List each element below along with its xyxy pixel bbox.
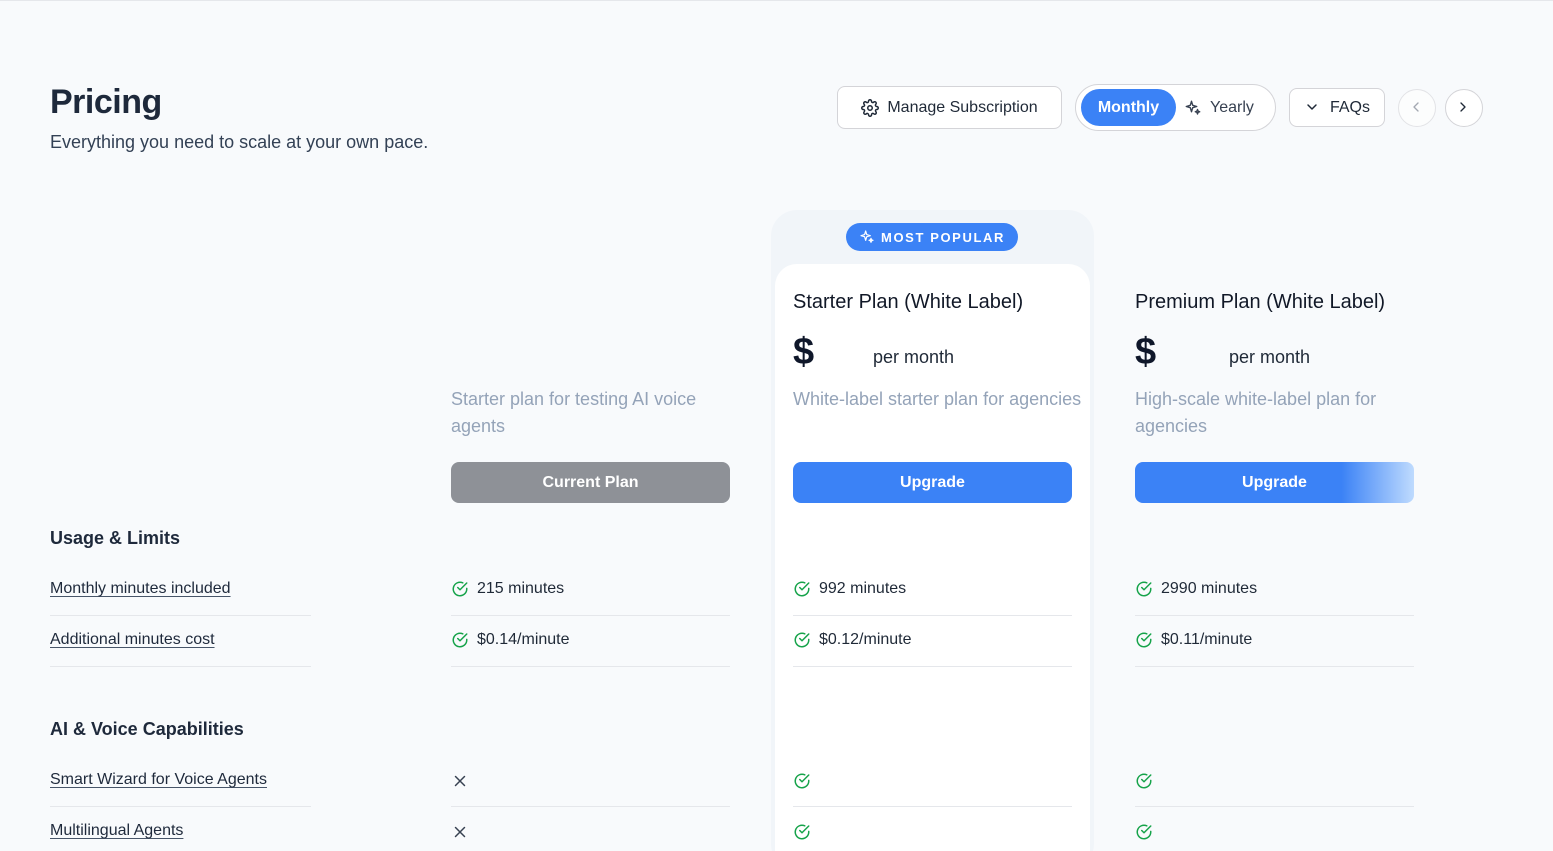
x-icon: [451, 823, 469, 841]
row-divider: [50, 806, 311, 807]
feature-value: [451, 823, 469, 841]
feature-label[interactable]: Multilingual Agents: [50, 822, 183, 840]
toggle-yearly-label: Yearly: [1210, 98, 1254, 116]
row-divider: [793, 806, 1072, 807]
scroll-fade-overlay: [1478, 181, 1553, 851]
section-title: Usage & Limits: [50, 528, 181, 548]
next-plans-button[interactable]: [1445, 89, 1483, 127]
upgrade-button[interactable]: Upgrade: [1135, 462, 1414, 503]
most-popular-label: MOST POPULAR: [881, 229, 1005, 245]
feature-value: 992 minutes: [793, 580, 906, 598]
check-circle-icon: [1135, 580, 1153, 598]
feature-value: [1135, 823, 1153, 841]
prev-plans-button[interactable]: [1398, 89, 1436, 127]
row-divider: [1135, 615, 1414, 616]
sparkle-icon: [1184, 99, 1202, 117]
row-divider: [50, 666, 311, 667]
plan-period: per month: [1229, 347, 1311, 367]
plan-description: High-scale white-label plan for agencies: [1135, 389, 1377, 436]
row-divider: [1135, 666, 1414, 667]
feature-value: 2990 minutes: [1135, 580, 1257, 598]
faqs-button[interactable]: FAQs: [1289, 88, 1385, 127]
check-circle-icon: [451, 631, 469, 649]
page-title: Pricing: [50, 83, 162, 121]
check-circle-icon: [1135, 631, 1153, 649]
plan-price: $: [1135, 331, 1157, 373]
sparkle-icon: [859, 229, 875, 245]
feature-value: [451, 772, 469, 790]
row-divider: [793, 666, 1072, 667]
faqs-label: FAQs: [1329, 98, 1370, 116]
check-circle-icon: [451, 580, 469, 598]
row-divider: [1135, 806, 1414, 807]
check-circle-icon: [793, 823, 811, 841]
chevron-right-icon: [1455, 99, 1473, 117]
check-circle-icon: [793, 772, 811, 790]
row-divider: [451, 615, 730, 616]
feature-value: [1135, 772, 1153, 790]
toggle-monthly[interactable]: Monthly: [1081, 89, 1176, 126]
check-circle-icon: [1135, 772, 1153, 790]
plan-description: Starter plan for testing AI voice agents: [451, 389, 697, 436]
plan-description: White-label starter plan for agencies: [793, 389, 1082, 409]
section-title: AI & Voice Capabilities: [50, 719, 244, 739]
row-divider: [451, 666, 730, 667]
plan-name: Premium Plan (White Label): [1135, 291, 1386, 313]
manage-subscription-button[interactable]: Manage Subscription: [837, 86, 1062, 129]
feature-label[interactable]: Additional minutes cost: [50, 631, 215, 649]
gear-icon: [861, 98, 880, 117]
feature-value: [793, 823, 811, 841]
chevron-left-icon: [1408, 99, 1426, 117]
x-icon: [451, 772, 469, 790]
plan-price: $: [793, 331, 815, 373]
plan-period: per month: [873, 347, 955, 367]
chevron-down-icon: [1304, 99, 1322, 117]
feature-value: $0.11/minute: [1135, 631, 1252, 649]
page-subtitle: Everything you need to scale at your own…: [50, 132, 429, 152]
feature-value: $0.12/minute: [793, 631, 912, 649]
feature-label[interactable]: Monthly minutes included: [50, 580, 231, 598]
feature-value: 215 minutes: [451, 580, 564, 598]
feature-label[interactable]: Smart Wizard for Voice Agents: [50, 771, 267, 789]
row-divider: [50, 615, 311, 616]
feature-value: $0.14/minute: [451, 631, 570, 649]
row-divider: [793, 615, 1072, 616]
upgrade-button[interactable]: Upgrade: [793, 462, 1072, 503]
check-circle-icon: [793, 631, 811, 649]
plan-name: Starter Plan (White Label): [793, 291, 1024, 313]
row-divider: [451, 806, 730, 807]
current-plan-button[interactable]: Current Plan: [451, 462, 730, 503]
toggle-yearly[interactable]: Yearly: [1184, 89, 1269, 126]
manage-subscription-label: Manage Subscription: [887, 98, 1038, 116]
check-circle-icon: [1135, 823, 1153, 841]
feature-value: [793, 772, 811, 790]
most-popular-badge: MOST POPULAR: [846, 223, 1018, 251]
check-circle-icon: [793, 580, 811, 598]
